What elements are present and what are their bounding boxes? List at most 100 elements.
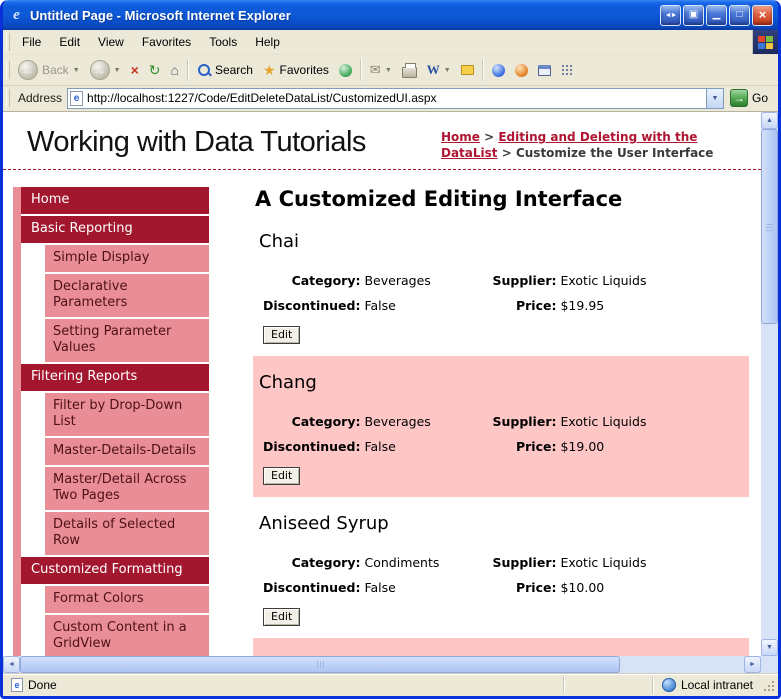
scroll-down-button[interactable]: ▼ — [761, 639, 778, 656]
windows-flag-icon — [758, 35, 773, 49]
window-tool-button[interactable] — [533, 62, 556, 79]
nav-item-basic-reporting[interactable]: Basic Reporting — [21, 216, 209, 244]
breadcrumb-separator: > — [479, 130, 499, 144]
home-button[interactable]: ⌂ — [165, 60, 183, 80]
product-list: Chai Category: Beverages Supplier: Exotic Li… — [253, 215, 749, 656]
product-item: Chai Category: Beverages Supplier: Exotic Li… — [253, 215, 749, 356]
go-label: Go — [751, 91, 768, 105]
menu-item-help[interactable]: Help — [246, 31, 289, 53]
menu-items: File Edit View Favorites Tools Help — [13, 30, 752, 54]
horizontal-scroll-track[interactable] — [620, 656, 744, 673]
site-title: Working with Data Tutorials — [27, 126, 366, 158]
field-label: Price: — [515, 439, 557, 455]
scroll-up-button[interactable]: ▲ — [761, 112, 778, 129]
pan-arrows-button[interactable]: ◄► — [660, 4, 681, 26]
sidebar-nav: Home Basic Reporting Simple Display Declara… — [13, 187, 209, 656]
nav-item-filtering-reports[interactable]: Filtering Reports — [21, 364, 209, 392]
nav-item-master-details-details[interactable]: Master-Details-Details — [45, 438, 209, 466]
nav-item-filter-by-drop-down-list[interactable]: Filter by Drop-Down List — [45, 393, 209, 437]
horizontal-scrollbar: ◄ ► — [3, 656, 761, 673]
toolbar: ← Back ▼ → ▼ × ↻ ⌂ Search ★ Favorites ✉ … — [3, 55, 778, 86]
nav-item-setting-parameter-values[interactable]: Setting Parameter Values — [45, 319, 209, 363]
toolbar-separator — [186, 59, 189, 81]
research-button[interactable] — [510, 61, 533, 80]
address-dropdown-button[interactable]: ▼ — [705, 88, 723, 108]
vertical-scroll-track[interactable] — [761, 324, 778, 639]
toolbar-separator — [359, 59, 362, 81]
edit-button[interactable]: Edit — [263, 467, 301, 486]
refresh-button[interactable]: ↻ — [144, 60, 166, 80]
discuss-button[interactable] — [456, 62, 479, 78]
window-controls: ◄► ▣ ▁ □ × — [660, 4, 773, 26]
minimize-button[interactable]: ▁ — [706, 4, 727, 26]
menu-item-favorites[interactable]: Favorites — [133, 31, 200, 53]
messenger-button[interactable] — [487, 61, 510, 80]
menu-item-tools[interactable]: Tools — [200, 31, 246, 53]
breadcrumb: Home > Editing and Deleting with the Dat… — [441, 126, 751, 161]
edit-button[interactable]: Edit — [263, 608, 301, 627]
product-fields: Category: Beverages Supplier: Exotic Liquid… — [261, 409, 708, 459]
nav-item-customized-formatting[interactable]: Customized Formatting — [21, 557, 209, 585]
menu-item-view[interactable]: View — [89, 31, 133, 53]
home-icon: ⌂ — [170, 62, 179, 78]
media-button[interactable] — [334, 61, 357, 80]
nav-item-declarative-parameters[interactable]: Declarative Parameters — [45, 274, 209, 318]
field-label: Price: — [515, 580, 557, 596]
field-value: Exotic Liquids — [560, 273, 647, 289]
grid-tool-button[interactable] — [556, 61, 578, 79]
field-value: Beverages — [364, 414, 431, 430]
addressbar-grip-handle[interactable] — [6, 89, 10, 107]
nav-item-custom-content-in-a-gridview[interactable]: Custom Content in a GridView — [45, 615, 209, 656]
resize-grip[interactable] — [761, 677, 775, 693]
go-button[interactable]: → Go — [724, 89, 776, 107]
field-label: Category: — [291, 555, 361, 571]
nav-item-format-colors[interactable]: Format Colors — [45, 586, 209, 614]
menu-item-edit[interactable]: Edit — [50, 31, 89, 53]
maximize-button[interactable]: □ — [729, 4, 750, 26]
back-button[interactable]: ← Back ▼ — [13, 58, 85, 82]
title-bar[interactable]: e Untitled Page - Microsoft Internet Exp… — [3, 0, 778, 30]
product-name: Aniseed Syrup — [259, 513, 389, 535]
toolbar-grip-handle[interactable] — [6, 61, 10, 79]
mail-button[interactable]: ✉ ▼ — [365, 59, 397, 81]
field-label: Price: — [515, 298, 557, 314]
edit-word-button[interactable]: W ▼ — [422, 59, 456, 81]
breadcrumb-current: Customize the User Interface — [515, 146, 714, 161]
menu-bar: File Edit View Favorites Tools Help — [3, 30, 778, 55]
nav-item-simple-display[interactable]: Simple Display — [45, 245, 209, 273]
status-separator — [562, 676, 564, 694]
security-zone-pane: Local intranet — [654, 678, 761, 692]
forward-button[interactable]: → ▼ — [85, 58, 126, 82]
search-button[interactable]: Search — [192, 60, 258, 80]
address-bar: Address e http://localhost:1227/Code/Edi… — [3, 86, 778, 112]
field-label: Category: — [291, 414, 361, 430]
menubar-grip-handle[interactable] — [6, 33, 10, 51]
browser-viewport: Working with Data Tutorials Home > Editi… — [3, 112, 778, 656]
nav-item-home[interactable]: Home — [21, 187, 209, 215]
stop-button[interactable]: × — [126, 60, 144, 80]
status-bar: e Done Local intranet — [3, 673, 778, 696]
breadcrumb-link[interactable]: Home — [441, 130, 480, 144]
favorites-button[interactable]: ★ Favorites — [258, 60, 334, 80]
windows-logo-icon — [752, 30, 778, 54]
print-button[interactable] — [397, 60, 422, 81]
horizontal-scrollbar-row: ◄ ► — [3, 656, 778, 673]
horizontal-scroll-thumb[interactable] — [20, 656, 620, 673]
status-separator — [651, 676, 653, 694]
close-button[interactable]: × — [752, 4, 773, 26]
scroll-right-button[interactable]: ► — [744, 656, 761, 673]
address-input[interactable]: e http://localhost:1227/Code/EditDeleteD… — [67, 87, 724, 109]
nav-item-master-detail-across-two-pages[interactable]: Master/Detail Across Two Pages — [45, 467, 209, 511]
field-value: Beverages — [364, 273, 431, 289]
nav-item-details-of-selected-row[interactable]: Details of Selected Row — [45, 512, 209, 556]
media-icon — [338, 63, 352, 77]
restore-button[interactable]: ▣ — [683, 4, 704, 26]
menu-item-file[interactable]: File — [13, 31, 50, 53]
vertical-scroll-thumb[interactable] — [761, 129, 778, 324]
back-icon: ← — [18, 60, 38, 80]
refresh-icon: ↻ — [148, 62, 161, 78]
edit-button[interactable]: Edit — [263, 326, 301, 345]
field-value: False — [364, 439, 396, 455]
scroll-left-button[interactable]: ◄ — [3, 656, 20, 673]
vertical-scrollbar: ▲ ▼ — [761, 112, 778, 656]
